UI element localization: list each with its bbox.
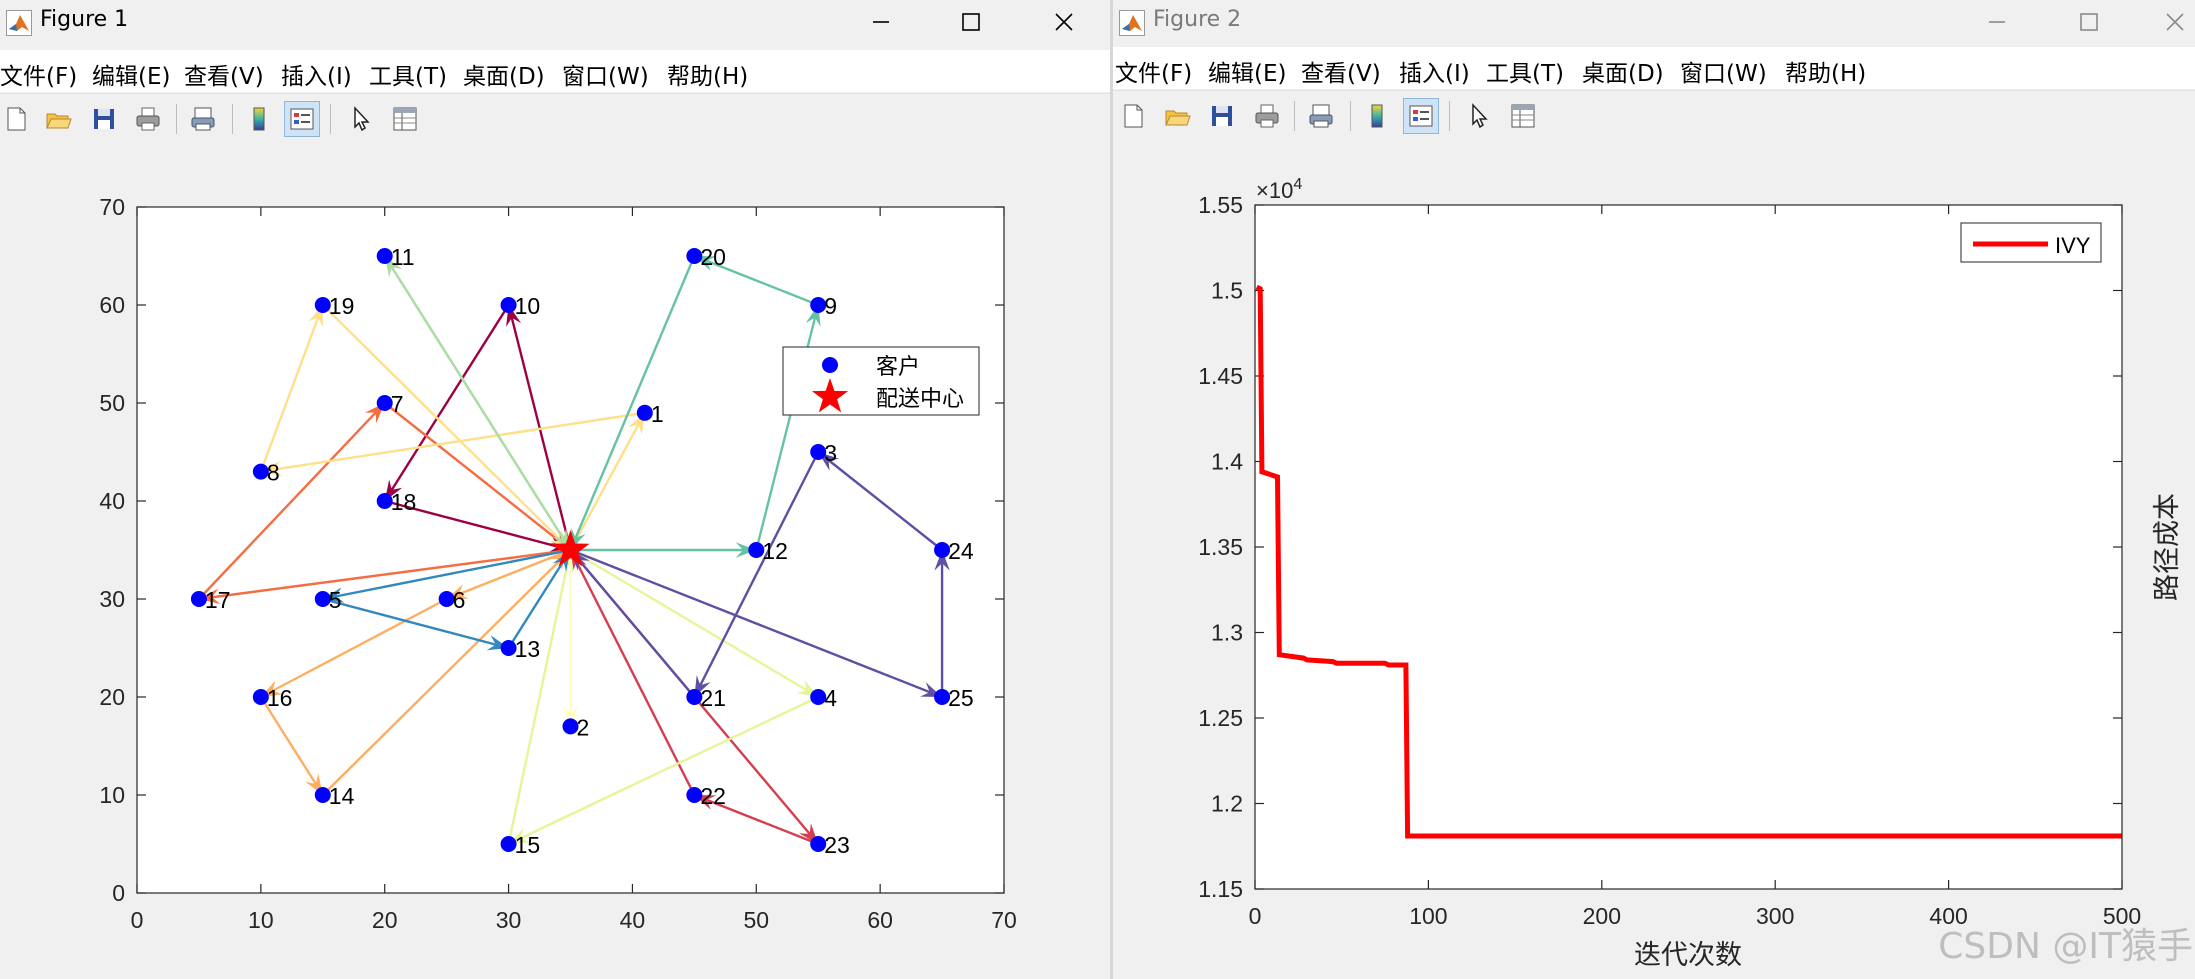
customer-label: 17 — [205, 587, 231, 613]
y-tick-label: 1.55 — [1198, 192, 1243, 218]
y-tick-label: 60 — [99, 292, 125, 318]
customer-label: 5 — [329, 587, 342, 613]
y-tick-label: 1.5 — [1211, 278, 1243, 304]
customer-label: 3 — [824, 440, 837, 466]
figure-1-window: Figure 1 文件(F) 编辑(E) 查看(V) 插入(I) 工具(T) 桌… — [0, 0, 1110, 979]
customer-label: 4 — [824, 685, 837, 711]
x-tick-label: 20 — [372, 907, 398, 933]
legend[interactable]: IVY — [1960, 222, 2102, 263]
y-tick-label: 30 — [99, 586, 125, 612]
customer-label: 19 — [329, 293, 355, 319]
x-tick-label: 40 — [620, 907, 646, 933]
customer-label: 22 — [700, 783, 726, 809]
customer-label: 20 — [700, 244, 726, 270]
x-tick-label: 70 — [991, 907, 1017, 933]
y-tick-label: 70 — [99, 194, 125, 220]
x-tick-label: 10 — [248, 907, 274, 933]
x-axis-label: 迭代次数 — [1634, 940, 1742, 971]
route-map-plot: 0 10 20 30 40 50 60 70010203040506070 12345 6789… — [99, 194, 1017, 933]
x-tick-label: 0 — [1249, 903, 1262, 929]
y-tick-label: 20 — [99, 684, 125, 710]
y-tick-label: 0 — [112, 880, 125, 906]
y-tick-label: 1.4 — [1211, 449, 1243, 475]
customer-label: 1 — [651, 401, 664, 427]
legend-depot-label: 配送中心 — [876, 387, 964, 412]
y-axis-label: 路径成本 — [2152, 493, 2183, 601]
x-tick-label: 300 — [1756, 903, 1794, 929]
convergence-plot: 0 100 200 300 400 5001.151.21.251.31.351.41.4… — [1198, 176, 2183, 971]
x-tick-label: 50 — [743, 907, 769, 933]
y-tick-label: 40 — [99, 488, 125, 514]
x-tick-label: 30 — [496, 907, 522, 933]
customer-label: 24 — [948, 538, 974, 564]
y-tick-label: 1.35 — [1198, 534, 1243, 560]
customer-label: 14 — [329, 783, 355, 809]
customer-label: 8 — [267, 460, 280, 486]
x-tick-label: 200 — [1583, 903, 1621, 929]
legend-ivy-label: IVY — [2055, 233, 2091, 258]
y-exponent-label: ×104 — [1256, 176, 1302, 203]
customer-label: 6 — [453, 587, 466, 613]
x-tick-label: 60 — [867, 907, 893, 933]
x-tick-label: 0 — [131, 907, 144, 933]
y-tick-label: 1.3 — [1211, 620, 1243, 646]
customer-label: 16 — [267, 685, 293, 711]
y-tick-label: 50 — [99, 390, 125, 416]
customer-label: 12 — [762, 538, 788, 564]
customer-label: 10 — [515, 293, 541, 319]
figure-2-window: Figure 2 文件(F) 编辑(E) 查看(V) 插入(I) 工具(T) 桌… — [1113, 0, 2195, 979]
legend-customer-marker — [822, 357, 838, 373]
y-tick-label: 1.45 — [1198, 363, 1243, 389]
csdn-watermark: CSDN @IT猿手 — [1938, 926, 2193, 967]
plot-area — [1255, 205, 2122, 889]
customer-label: 9 — [824, 293, 837, 319]
customer-label: 18 — [391, 489, 417, 515]
customer-label: 2 — [577, 714, 590, 740]
y-tick-label: 1.2 — [1211, 791, 1243, 817]
y-tick-label: 1.25 — [1198, 705, 1243, 731]
customer-label: 25 — [948, 685, 974, 711]
legend-customer-label: 客户 — [876, 355, 920, 380]
x-tick-label: 100 — [1409, 903, 1447, 929]
customer-label: 15 — [515, 832, 541, 858]
y-tick-label: 1.15 — [1198, 876, 1243, 902]
customer-label: 21 — [700, 685, 726, 711]
customer-label: 7 — [391, 391, 404, 417]
legend[interactable]: 客户 配送中心 — [782, 346, 980, 416]
customer-label: 23 — [824, 832, 850, 858]
y-tick-label: 10 — [99, 782, 125, 808]
customer-label: 13 — [515, 636, 541, 662]
customer-label: 11 — [391, 244, 415, 270]
